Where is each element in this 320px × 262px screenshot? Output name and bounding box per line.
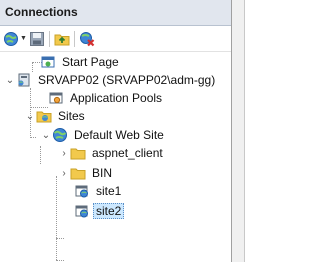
folder-icon: [70, 148, 86, 160]
expand-icon[interactable]: ›: [58, 148, 70, 159]
disconnect-icon: [79, 31, 95, 46]
application-pools-icon: [49, 92, 63, 104]
globe-icon: [53, 128, 67, 142]
connect-button[interactable]: ▼: [3, 29, 27, 49]
tree-item-label: site1: [96, 184, 122, 198]
tree-item-label: Default Web Site: [74, 128, 164, 142]
sites-folder-icon: [36, 111, 52, 123]
save-button[interactable]: [29, 29, 45, 49]
splitter[interactable]: [232, 0, 244, 262]
start-page-icon: [41, 56, 55, 68]
tree-item-label: BIN: [92, 166, 113, 180]
disconnect-button[interactable]: [79, 29, 95, 49]
tree-item-default-web-site[interactable]: ⌄ Default Web Site: [40, 126, 167, 144]
tree-item-site1[interactable]: site1: [74, 182, 124, 200]
toolbar-separator: [48, 30, 50, 47]
tree-item-bin[interactable]: › BIN: [58, 164, 115, 182]
collapse-icon[interactable]: ⌄: [4, 75, 16, 86]
tree-item-label: SRVAPP02 (SRVAPP02\adm-gg): [38, 73, 216, 87]
tree-item-site2[interactable]: site2: [74, 202, 125, 220]
tree-item-label: aspnet_client: [92, 146, 163, 160]
tree-item-start-page[interactable]: Start Page: [40, 53, 122, 71]
server-icon: [18, 73, 30, 87]
tree-item-aspnet-client[interactable]: › aspnet_client: [58, 144, 166, 162]
expand-icon[interactable]: ›: [58, 168, 70, 179]
connections-header: Connections: [0, 0, 231, 26]
connections-toolbar: ▼: [0, 26, 231, 52]
collapse-icon[interactable]: ⌄: [40, 130, 52, 141]
content-pane-edge: [244, 0, 260, 262]
tree-item-label: Sites: [58, 109, 85, 123]
save-icon: [29, 31, 44, 46]
connections-pane: Connections ▼ Start Page ⌄ SRVAPP02 (SRV…: [0, 0, 232, 262]
tree-item-sites[interactable]: ⌄ Sites: [24, 107, 88, 125]
tree-item-label: Start Page: [62, 55, 119, 69]
up-button[interactable]: [54, 29, 70, 49]
chevron-down-icon: ▼: [20, 35, 27, 42]
application-icon: [75, 185, 88, 198]
application-icon: [75, 205, 88, 218]
folder-icon: [70, 168, 86, 180]
toolbar-separator: [73, 30, 75, 47]
tree-item-application-pools[interactable]: Application Pools: [48, 89, 165, 107]
tree-item-server[interactable]: ⌄ SRVAPP02 (SRVAPP02\adm-gg): [4, 71, 218, 89]
up-folder-icon: [54, 34, 70, 45]
tree-item-label: site2: [93, 203, 125, 219]
collapse-icon[interactable]: ⌄: [24, 111, 36, 122]
tree-item-label: Application Pools: [70, 91, 163, 105]
connect-globe-icon: [4, 31, 18, 46]
